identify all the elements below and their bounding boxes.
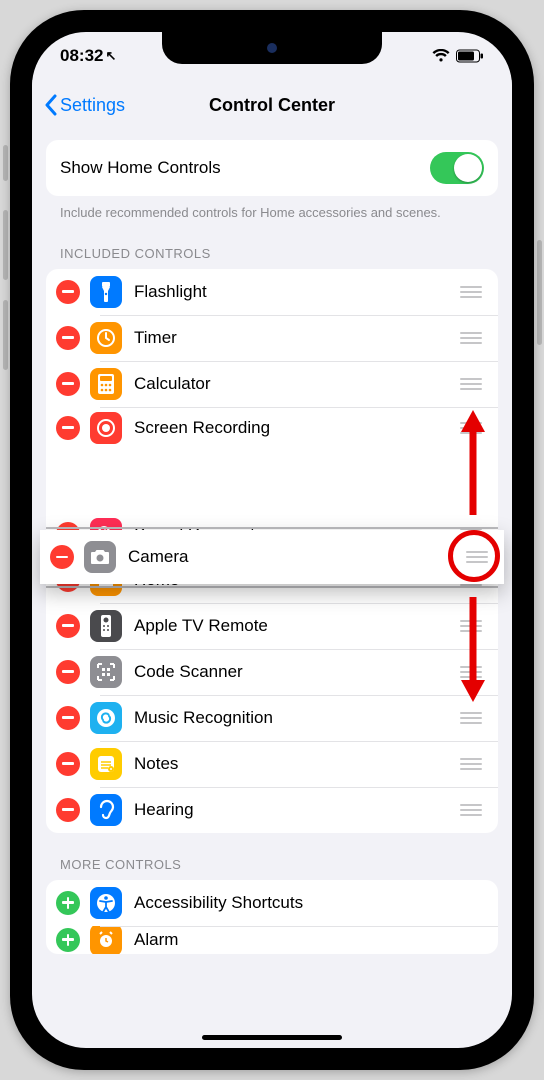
- alarm-icon: [90, 926, 122, 954]
- remove-button[interactable]: [56, 372, 80, 396]
- list-item-label: Music Recognition: [134, 708, 458, 728]
- accessibility-icon: [90, 887, 122, 919]
- list-item: Accessibility Shortcuts: [46, 880, 498, 926]
- screen-record-icon: [90, 412, 122, 444]
- home-indicator[interactable]: [202, 1035, 342, 1040]
- drag-handle[interactable]: [458, 758, 484, 770]
- list-item: Alarm: [46, 926, 498, 954]
- list-item-label: Alarm: [134, 930, 484, 950]
- drag-handle[interactable]: [458, 286, 484, 298]
- remove-button[interactable]: [50, 545, 74, 569]
- chevron-left-icon: [44, 94, 58, 116]
- list-item-label: Apple TV Remote: [134, 616, 458, 636]
- drag-handle[interactable]: [458, 332, 484, 344]
- list-item: Screen Recording: [46, 407, 498, 449]
- battery-icon: [456, 49, 484, 63]
- remove-button[interactable]: [56, 752, 80, 776]
- list-item-label: Calculator: [134, 374, 458, 394]
- timer-icon: [90, 322, 122, 354]
- show-home-controls-row: Show Home Controls: [46, 140, 498, 196]
- list-item: Music Recognition: [46, 695, 498, 741]
- tv-remote-icon: [90, 610, 122, 642]
- remove-button[interactable]: [56, 326, 80, 350]
- add-button[interactable]: [56, 891, 80, 915]
- drag-handle[interactable]: [458, 378, 484, 390]
- camera-icon: [84, 541, 116, 573]
- phone-frame: 08:32 ↖ Settings Control: [10, 10, 534, 1070]
- remove-button[interactable]: [56, 660, 80, 684]
- back-button[interactable]: Settings: [44, 80, 125, 130]
- show-home-controls-helper: Include recommended controls for Home ac…: [46, 196, 498, 222]
- calculator-icon: [90, 368, 122, 400]
- drag-handle[interactable]: [458, 422, 484, 434]
- remove-button[interactable]: [56, 706, 80, 730]
- list-item: Timer: [46, 315, 498, 361]
- remove-button[interactable]: [56, 798, 80, 822]
- list-item-label: Accessibility Shortcuts: [134, 893, 484, 913]
- list-item: Calculator: [46, 361, 498, 407]
- status-time: 08:32: [60, 46, 103, 66]
- list-item-label: Timer: [134, 328, 458, 348]
- list-item: Notes: [46, 741, 498, 787]
- more-controls-list: Accessibility Shortcuts Alarm: [46, 880, 498, 954]
- list-item: Apple TV Remote: [46, 603, 498, 649]
- list-item: Hearing: [46, 787, 498, 833]
- show-home-controls-toggle[interactable]: [430, 152, 484, 184]
- more-controls-header: MORE CONTROLS: [46, 833, 498, 880]
- wifi-icon: [432, 49, 450, 63]
- drag-handle[interactable]: [464, 551, 490, 563]
- list-item-label: Screen Recording: [134, 418, 458, 438]
- notes-icon: [90, 748, 122, 780]
- screen: 08:32 ↖ Settings Control: [32, 32, 512, 1048]
- list-item: Code Scanner: [46, 649, 498, 695]
- add-button[interactable]: [56, 928, 80, 952]
- remove-button[interactable]: [56, 614, 80, 638]
- list-item-label: Camera: [128, 547, 464, 567]
- list-item: Flashlight: [46, 269, 498, 315]
- list-item-label: Code Scanner: [134, 662, 458, 682]
- notch: [162, 32, 382, 64]
- flashlight-icon: [90, 276, 122, 308]
- qr-icon: [90, 656, 122, 688]
- remove-button[interactable]: [56, 280, 80, 304]
- list-item-label: Flashlight: [134, 282, 458, 302]
- shazam-icon: [90, 702, 122, 734]
- nav-bar: Settings Control Center: [32, 80, 512, 130]
- list-item-label: Notes: [134, 754, 458, 774]
- drag-handle[interactable]: [458, 666, 484, 678]
- remove-button[interactable]: [56, 416, 80, 440]
- list-item-label: Hearing: [134, 800, 458, 820]
- page-title: Control Center: [209, 95, 335, 116]
- show-home-controls-label: Show Home Controls: [60, 158, 221, 178]
- back-label: Settings: [60, 95, 125, 116]
- status-location-glyph: ↖: [105, 48, 116, 64]
- included-controls-header: INCLUDED CONTROLS: [46, 222, 498, 269]
- drag-handle[interactable]: [458, 804, 484, 816]
- dragged-camera-row[interactable]: Camera: [40, 530, 504, 584]
- content: Show Home Controls Include recommended c…: [32, 130, 512, 1048]
- drag-handle[interactable]: [458, 620, 484, 632]
- hearing-icon: [90, 794, 122, 826]
- drag-handle[interactable]: [458, 712, 484, 724]
